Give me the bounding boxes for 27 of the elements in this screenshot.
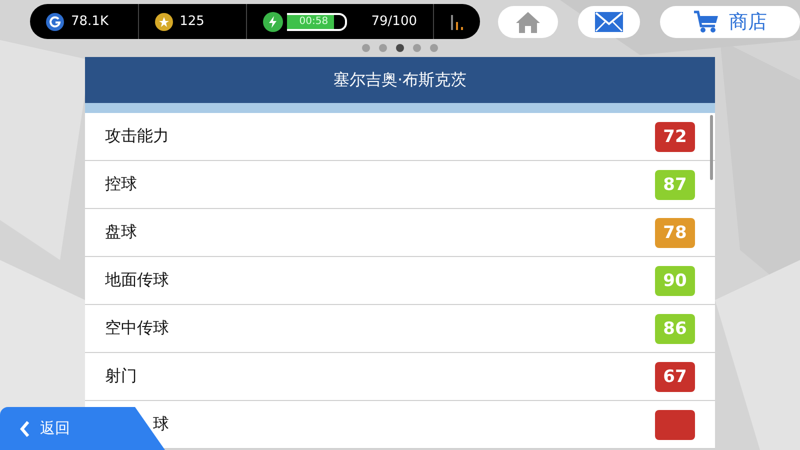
shop-button[interactable]: 商店 xyxy=(660,6,800,38)
g-coin-icon xyxy=(46,12,64,30)
attribute-label: 控球 xyxy=(105,174,137,195)
coin-amount: 125 xyxy=(180,14,204,29)
energy-amount: 79/100 xyxy=(371,14,417,29)
rating-badge: 87 xyxy=(655,170,695,200)
attribute-label: 地面传球 xyxy=(105,270,169,291)
rating-badge: 67 xyxy=(655,362,695,392)
star-coin-icon xyxy=(154,12,173,30)
scrollbar xyxy=(710,115,713,180)
player-name-header: 塞尔吉奥·布斯克茨 xyxy=(85,57,715,103)
rating-badge: 72 xyxy=(655,122,695,152)
lightning-icon xyxy=(263,12,284,32)
bar-chart-icon[interactable] xyxy=(450,14,464,30)
mail-icon xyxy=(595,12,623,32)
rating-badge: 86 xyxy=(655,314,695,344)
rating-badge: 78 xyxy=(655,218,695,248)
attribute-label: 盘球 xyxy=(105,222,137,243)
chevron-left-icon xyxy=(20,420,30,438)
rating-badge: 90 xyxy=(655,266,695,296)
attribute-label: 攻击能力 xyxy=(105,126,169,147)
cart-icon xyxy=(693,10,719,34)
attribute-label: 空中传球 xyxy=(105,318,169,339)
home-icon xyxy=(515,10,541,34)
energy-timer: 00:58 xyxy=(298,14,330,28)
currency-amount: 78.1K xyxy=(71,14,108,29)
attribute-label: 射门 xyxy=(105,366,137,387)
